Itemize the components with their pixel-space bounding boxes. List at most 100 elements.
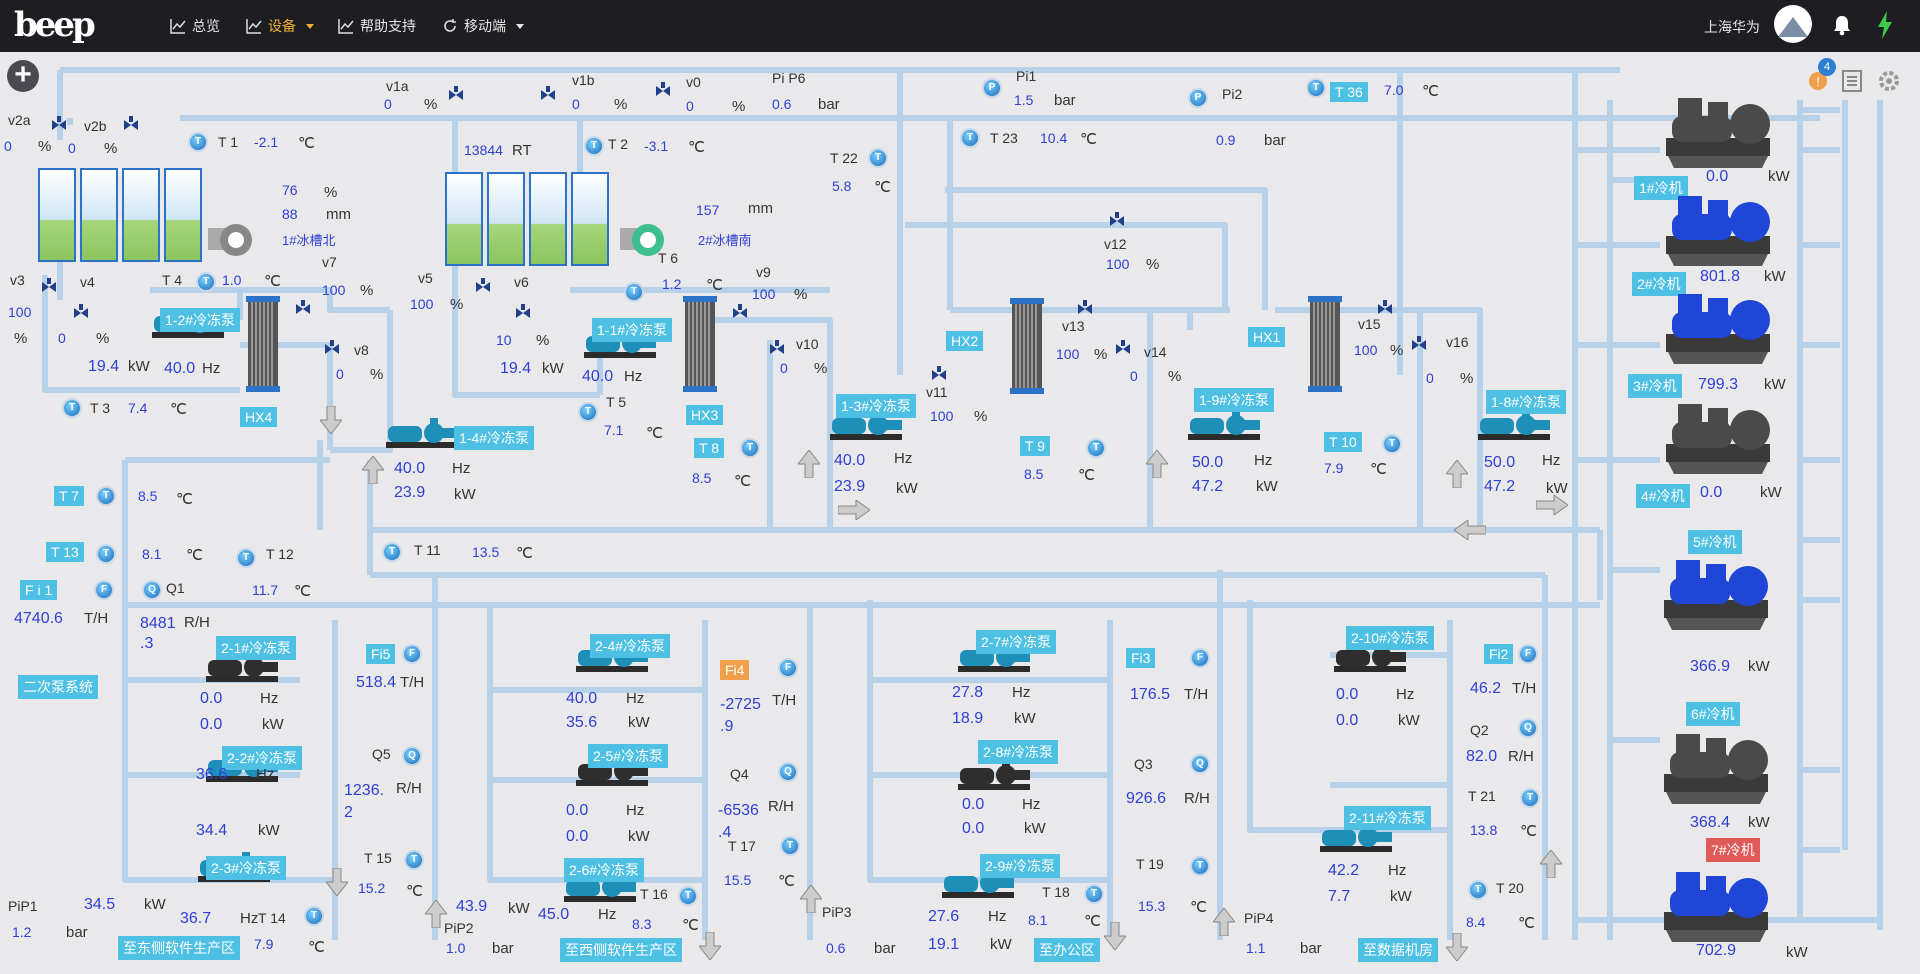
pump-hz-value: 50.0 <box>1192 454 1224 471</box>
pressure-sensor-icon[interactable]: P <box>982 78 1002 98</box>
t23-label: T 23 <box>990 130 1018 146</box>
west-zone-tag[interactable]: 至西侧软件生产区 <box>560 938 682 962</box>
valve-icon[interactable] <box>42 278 56 296</box>
temperature-sensor-icon[interactable]: T <box>96 486 116 506</box>
nav-mobile[interactable]: 移动端 <box>442 0 524 52</box>
temperature-sensor-icon[interactable]: T <box>578 402 598 422</box>
flow-sensor-icon[interactable]: F <box>94 580 114 600</box>
flow-sensor-icon[interactable]: F <box>1190 648 1210 668</box>
v5-unit: % <box>450 296 464 313</box>
pip3-label: PiP3 <box>822 904 852 920</box>
valve-icon[interactable] <box>1110 212 1124 230</box>
chiller[interactable] <box>1658 192 1778 272</box>
power-icon[interactable] <box>1876 11 1894 39</box>
office-zone-tag[interactable]: 至办公区 <box>1034 938 1100 962</box>
avatar[interactable] <box>1774 5 1812 43</box>
chiller[interactable] <box>1656 556 1776 636</box>
valve-icon[interactable] <box>52 116 66 134</box>
temperature-sensor-icon[interactable]: T <box>1468 880 1488 900</box>
temperature-sensor-icon[interactable]: T <box>1520 788 1540 808</box>
valve-icon[interactable] <box>1116 340 1130 358</box>
fi4-unit: T/H <box>772 692 797 709</box>
temperature-sensor-icon[interactable]: T <box>624 282 644 302</box>
add-button[interactable]: + <box>7 60 39 92</box>
temperature-sensor-icon[interactable]: T <box>960 128 980 148</box>
notification-count-badge: 4 <box>1818 58 1836 76</box>
valve-icon[interactable] <box>770 340 784 358</box>
valve-icon[interactable] <box>1078 300 1092 318</box>
valve-icon[interactable] <box>656 82 670 100</box>
heat-exchanger-hx1[interactable] <box>1308 296 1342 392</box>
pump-name-tag: 1-2#冷冻泵 <box>160 308 241 332</box>
pump-name-tag: 2-3#冷冻泵 <box>206 856 287 880</box>
temperature-sensor-icon[interactable]: T <box>780 836 800 856</box>
nav-overview[interactable]: 总览 <box>170 0 220 52</box>
energy-sensor-icon[interactable]: Q <box>778 762 798 782</box>
valve-icon[interactable] <box>74 304 88 322</box>
flow-sensor-icon[interactable]: F <box>402 644 422 664</box>
valve-icon[interactable] <box>1412 336 1426 354</box>
temperature-sensor-icon[interactable]: T <box>1306 78 1326 98</box>
temperature-sensor-icon[interactable]: T <box>96 544 116 564</box>
bell-icon[interactable] <box>1832 14 1852 36</box>
temperature-sensor-icon[interactable]: T <box>584 136 604 156</box>
valve-icon[interactable] <box>325 340 339 358</box>
pump-kw-value: 23.9 <box>394 484 426 501</box>
ice-tank-south[interactable] <box>445 172 615 270</box>
datacenter-zone-tag[interactable]: 至数据机房 <box>1358 938 1438 962</box>
temperature-sensor-icon[interactable]: T <box>188 132 208 152</box>
temperature-sensor-icon[interactable]: T <box>1190 856 1210 876</box>
energy-sensor-icon[interactable]: Q <box>1518 718 1538 738</box>
valve-icon[interactable] <box>449 86 463 104</box>
temperature-sensor-icon[interactable]: T <box>1086 438 1106 458</box>
energy-sensor-icon[interactable]: Q <box>1190 754 1210 774</box>
nav-help[interactable]: 帮助支持 <box>338 0 416 52</box>
chiller[interactable] <box>1658 290 1778 370</box>
temperature-sensor-icon[interactable]: T <box>196 272 216 292</box>
chiller[interactable] <box>1658 400 1778 480</box>
temperature-sensor-icon[interactable]: T <box>236 548 256 568</box>
valve-icon[interactable] <box>296 300 310 318</box>
temperature-sensor-icon[interactable]: T <box>304 906 324 926</box>
t12-label: T 12 <box>266 546 294 562</box>
list-icon[interactable] <box>1842 70 1862 92</box>
primary-pump[interactable] <box>1186 408 1264 444</box>
v1a-unit: % <box>424 96 438 113</box>
flow-sensor-icon[interactable]: F <box>778 658 798 678</box>
east-zone-tag[interactable]: 至东侧软件生产区 <box>118 936 240 960</box>
temperature-sensor-icon[interactable]: T <box>868 148 888 168</box>
valve-icon[interactable] <box>516 304 530 322</box>
logo[interactable]: beep <box>14 5 96 45</box>
chiller[interactable] <box>1658 94 1778 174</box>
chiller[interactable] <box>1656 730 1776 810</box>
t14-label: T 14 <box>258 910 286 926</box>
heat-exchanger-hx4[interactable] <box>246 296 280 392</box>
energy-sensor-icon[interactable]: Q <box>402 746 422 766</box>
temperature-sensor-icon[interactable]: T <box>1084 884 1104 904</box>
user-name[interactable]: 上海华为 <box>1704 17 1760 37</box>
primary-pump[interactable] <box>384 416 462 452</box>
valve-icon[interactable] <box>733 304 747 322</box>
temperature-sensor-icon[interactable]: T <box>62 398 82 418</box>
valve-icon[interactable] <box>476 278 490 296</box>
t12-unit: ℃ <box>294 583 311 600</box>
gear-icon[interactable] <box>1878 70 1900 92</box>
ice-tank-north[interactable] <box>38 168 208 266</box>
temperature-sensor-icon[interactable]: T <box>678 886 698 906</box>
valve-icon[interactable] <box>124 116 138 134</box>
valve-icon[interactable] <box>932 366 946 384</box>
v4-label: v4 <box>80 274 95 290</box>
v0-value: 0 <box>686 98 694 114</box>
temperature-sensor-icon[interactable]: T <box>404 850 424 870</box>
temperature-sensor-icon[interactable]: T <box>1382 434 1402 454</box>
pressure-sensor-icon[interactable]: P <box>1188 88 1208 108</box>
energy-sensor-icon[interactable]: Q <box>142 580 162 600</box>
temperature-sensor-icon[interactable]: T <box>740 438 760 458</box>
valve-icon[interactable] <box>541 86 555 104</box>
heat-exchanger-hx2[interactable] <box>1010 298 1044 394</box>
temperature-sensor-icon[interactable]: T <box>382 542 402 562</box>
chiller[interactable] <box>1656 868 1776 948</box>
nav-devices[interactable]: 设备 <box>246 0 314 52</box>
heat-exchanger-hx3[interactable] <box>683 296 717 392</box>
flow-sensor-icon[interactable]: F <box>1518 644 1538 664</box>
